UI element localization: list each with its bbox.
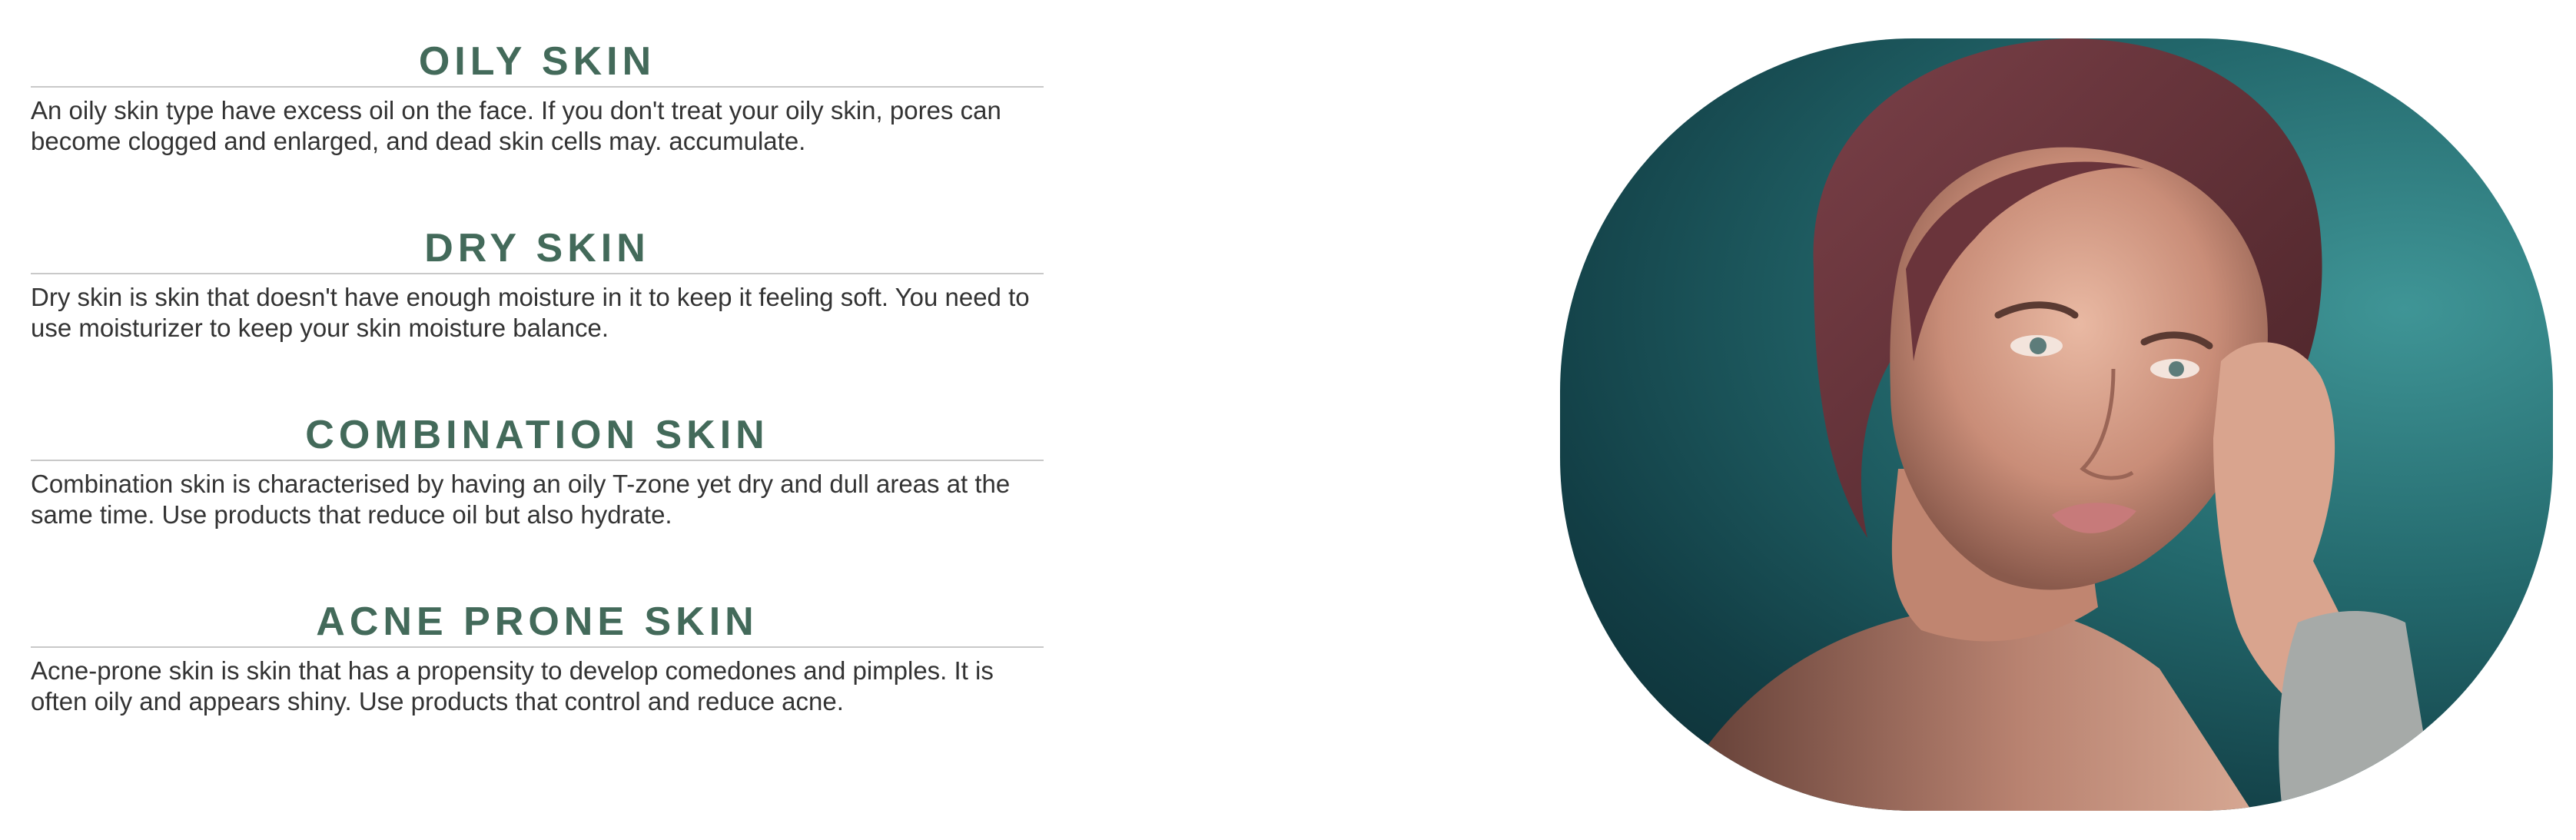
skin-type-description: Combination skin is characterised by hav…: [31, 470, 1011, 529]
skin-type-title: COMBINATION SKIN: [305, 413, 769, 457]
title-divider: [31, 460, 1044, 461]
model-portrait-image: [1560, 38, 2553, 811]
skin-type-dry: DRY SKIN Dry skin is skin that doesn't h…: [31, 225, 1044, 412]
title-divider: [31, 273, 1044, 274]
skin-type-description: An oily skin type have excess oil on the…: [31, 96, 1001, 155]
skin-type-title: DRY SKIN: [424, 226, 650, 271]
skin-type-combination: COMBINATION SKIN Combination skin is cha…: [31, 412, 1044, 599]
portrait-illustration: [1668, 38, 2436, 811]
skin-type-title: OILY SKIN: [418, 39, 656, 84]
skin-type-oily: OILY SKIN An oily skin type have excess …: [31, 38, 1044, 225]
skin-type-description: Acne-prone skin is skin that has a prope…: [31, 656, 994, 715]
skin-type-list: OILY SKIN An oily skin type have excess …: [31, 38, 1044, 785]
title-divider: [31, 646, 1044, 648]
skin-type-acne-prone: ACNE PRONE SKIN Acne-prone skin is skin …: [31, 599, 1044, 785]
title-divider: [31, 86, 1044, 88]
skin-type-description: Dry skin is skin that doesn't have enoug…: [31, 283, 1030, 342]
skin-types-page: OILY SKIN An oily skin type have excess …: [0, 0, 2576, 840]
skin-type-title: ACNE PRONE SKIN: [316, 599, 759, 644]
